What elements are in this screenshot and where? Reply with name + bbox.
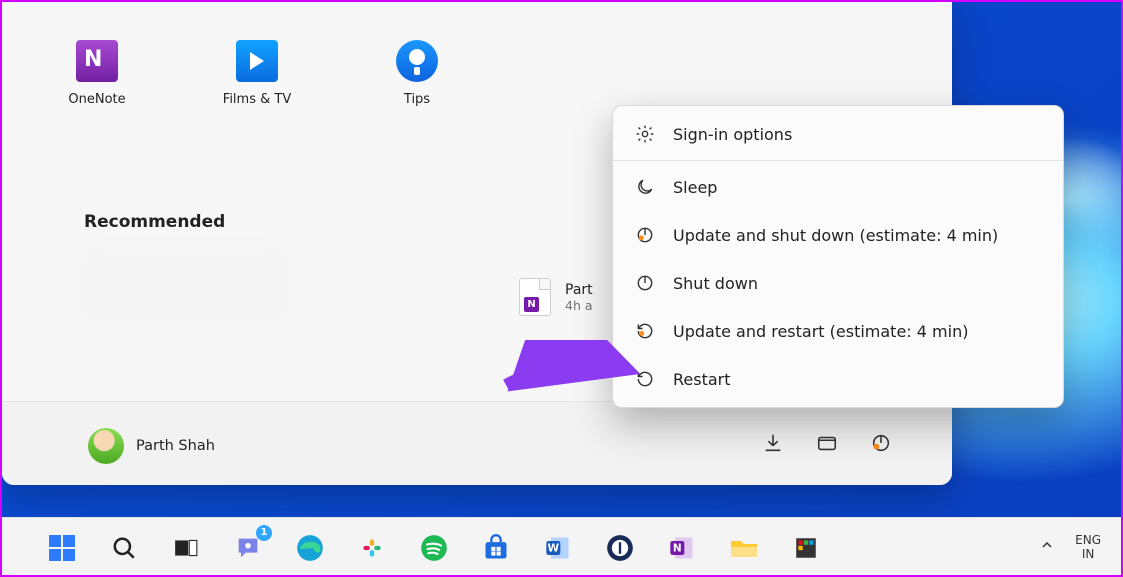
- taskbar-start-button[interactable]: [42, 528, 82, 568]
- onenote-icon: N: [668, 534, 696, 562]
- films-tv-icon: [236, 40, 278, 82]
- power-menu: Sign-in options Sleep Update and shut do…: [612, 105, 1064, 408]
- taskbar-slack-button[interactable]: [352, 528, 392, 568]
- power-menu-label: Update and shut down (estimate: 4 min): [673, 226, 998, 245]
- chat-badge: 1: [256, 525, 272, 541]
- start-footer: Parth Shah: [2, 401, 952, 485]
- power-icon: [870, 432, 892, 454]
- taskbar-search-button[interactable]: [104, 528, 144, 568]
- power-update-icon: [635, 225, 655, 245]
- user-account-button[interactable]: Parth Shah: [88, 428, 215, 464]
- recommended-item-blurred[interactable]: [84, 250, 284, 320]
- edge-icon: [296, 534, 324, 562]
- restart-update-icon: [635, 321, 655, 341]
- gear-icon: [635, 124, 655, 144]
- pinned-app-label: Films & TV: [223, 92, 291, 107]
- taskbar-spotify-button[interactable]: [414, 528, 454, 568]
- onenote-badge-icon: N: [524, 297, 539, 312]
- pinned-app-label: OneNote: [68, 92, 125, 107]
- taskbar-powertoys-button[interactable]: [786, 528, 826, 568]
- power-menu-label: Sign-in options: [673, 125, 792, 144]
- taskbar-explorer-button[interactable]: [724, 528, 764, 568]
- onepassword-icon: [606, 534, 634, 562]
- menu-separator: [613, 160, 1063, 161]
- power-update-restart[interactable]: Update and restart (estimate: 4 min): [613, 307, 1063, 355]
- moon-icon: [635, 177, 655, 197]
- svg-text:W: W: [548, 543, 560, 555]
- pinned-app-onenote[interactable]: OneNote: [52, 40, 142, 107]
- download-icon: [762, 432, 784, 454]
- task-view-icon: [173, 535, 199, 561]
- downloads-button[interactable]: [762, 432, 784, 458]
- taskbar-taskview-button[interactable]: [166, 528, 206, 568]
- power-button[interactable]: [870, 432, 892, 458]
- recommended-item-onenote-doc[interactable]: N Part 4h a: [519, 278, 593, 316]
- power-icon: [635, 273, 655, 293]
- powertoys-icon: [793, 535, 819, 561]
- user-name: Parth Shah: [136, 438, 215, 454]
- power-signin-options[interactable]: Sign-in options: [613, 110, 1063, 158]
- power-restart[interactable]: Restart: [613, 355, 1063, 403]
- chevron-up-icon: [1039, 537, 1055, 553]
- file-explorer-icon: [729, 535, 759, 561]
- taskbar-language-button[interactable]: ENG IN: [1075, 533, 1101, 561]
- search-icon: [111, 535, 137, 561]
- taskbar-onenote-button[interactable]: N: [662, 528, 702, 568]
- pinned-app-tips[interactable]: Tips: [372, 40, 462, 107]
- documents-button[interactable]: [816, 432, 838, 458]
- power-update-shutdown[interactable]: Update and shut down (estimate: 4 min): [613, 211, 1063, 259]
- pinned-apps-row: OneNote Films & TV Tips: [52, 40, 462, 107]
- annotation-arrow: [501, 340, 651, 400]
- power-shutdown[interactable]: Shut down: [613, 259, 1063, 307]
- taskbar-word-button[interactable]: W: [538, 528, 578, 568]
- word-icon: W: [544, 534, 572, 562]
- slack-icon: [359, 535, 385, 561]
- folder-icon: [816, 432, 838, 454]
- pinned-app-label: Tips: [404, 92, 430, 107]
- pinned-app-films-tv[interactable]: Films & TV: [212, 40, 302, 107]
- tips-icon: [396, 40, 438, 82]
- taskbar-tray-chevron[interactable]: [1039, 537, 1055, 557]
- recommended-item-subtitle: 4h a: [565, 298, 593, 313]
- recommended-item-title: Part: [565, 282, 593, 298]
- recommended-heading: Recommended: [84, 212, 225, 232]
- store-icon: [482, 534, 510, 562]
- avatar: [88, 428, 124, 464]
- taskbar-store-button[interactable]: [476, 528, 516, 568]
- language-top: ENG: [1075, 533, 1101, 547]
- windows-icon: [47, 533, 77, 563]
- taskbar-edge-button[interactable]: [290, 528, 330, 568]
- taskbar: 1 W N ENG: [2, 517, 1121, 575]
- svg-text:N: N: [673, 543, 682, 555]
- power-menu-label: Restart: [673, 370, 731, 389]
- power-sleep[interactable]: Sleep: [613, 163, 1063, 211]
- language-bottom: IN: [1075, 547, 1101, 561]
- onenote-icon: [76, 40, 118, 82]
- taskbar-1password-button[interactable]: [600, 528, 640, 568]
- spotify-icon: [420, 534, 448, 562]
- power-menu-label: Sleep: [673, 178, 717, 197]
- power-menu-label: Update and restart (estimate: 4 min): [673, 322, 968, 341]
- power-menu-label: Shut down: [673, 274, 758, 293]
- document-icon: N: [519, 278, 551, 316]
- taskbar-chat-button[interactable]: 1: [228, 528, 268, 568]
